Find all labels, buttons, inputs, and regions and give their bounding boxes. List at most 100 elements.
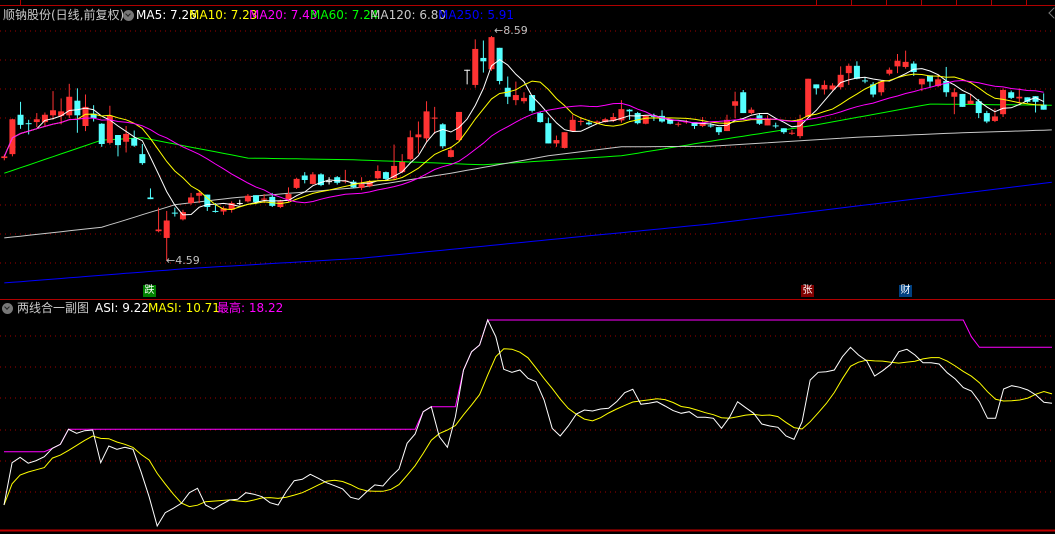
- candle-body: [894, 60, 901, 67]
- candle-body: [553, 140, 560, 144]
- ma120-label: MA120: 6.80: [370, 8, 447, 22]
- candle-body: [423, 111, 430, 139]
- candle-body: [147, 197, 154, 200]
- candle-body: [561, 132, 568, 148]
- candle-body: [374, 171, 381, 179]
- candle-body: [585, 122, 592, 125]
- candle-body: [33, 119, 40, 123]
- top-toolbar: [0, 0, 1055, 6]
- candle-body: [326, 181, 333, 183]
- candle-body: [878, 81, 885, 93]
- ma60-label: MA60: 7.24: [310, 8, 379, 22]
- marker-rise[interactable]: 张: [801, 285, 814, 297]
- ma60-line: [4, 103, 1052, 174]
- ma5-line: [3, 58, 1044, 216]
- candle-body: [569, 119, 576, 132]
- marker-finance[interactable]: 财: [899, 285, 912, 297]
- toolbar-tab[interactable]: [991, 0, 1026, 6]
- candle-body: [188, 197, 195, 204]
- low-price-label: ←4.59: [166, 254, 200, 267]
- candle-body: [520, 97, 527, 102]
- candle-body: [748, 109, 755, 114]
- candle-body: [155, 229, 162, 232]
- ma5-label: MA5: 7.26: [136, 8, 197, 22]
- dropdown-chevron-icon[interactable]: [123, 10, 134, 21]
- ma10-label: MA10: 7.23: [189, 8, 258, 22]
- candle-body: [480, 57, 487, 62]
- candle-body: [862, 80, 869, 82]
- candle-body: [715, 127, 722, 133]
- candle-body: [496, 47, 503, 81]
- masi-line: [3, 348, 1053, 508]
- candle-body: [415, 134, 422, 138]
- candle-body: [626, 109, 633, 112]
- asi-line: [3, 318, 1053, 528]
- candle-body: [732, 101, 739, 106]
- candle-body: [439, 124, 446, 147]
- candle-body: [74, 100, 81, 116]
- candle-body: [764, 119, 771, 126]
- candle-body: [634, 113, 641, 124]
- candle-body: [277, 201, 284, 207]
- candle-body: [788, 132, 795, 134]
- candle-body: [212, 210, 219, 212]
- toolbar-tab[interactable]: [851, 0, 886, 6]
- candle-body: [399, 162, 406, 173]
- candle-body: [845, 65, 852, 74]
- candle-body: [967, 100, 974, 105]
- max-label: 最高: 18.22: [217, 301, 284, 315]
- toolbar-left-box[interactable]: [0, 0, 21, 6]
- candle-body: [805, 78, 812, 117]
- candle-body: [991, 116, 998, 121]
- candle-body: [66, 96, 73, 116]
- candle-body: [675, 123, 682, 125]
- toolbar-tab[interactable]: [886, 0, 921, 6]
- candle-body: [244, 195, 251, 202]
- candle-body: [780, 128, 787, 133]
- candle-body: [537, 113, 544, 123]
- candle-body: [123, 133, 130, 142]
- masi-label: MASI: 10.71: [148, 301, 220, 315]
- toolbar-tab[interactable]: [1026, 0, 1055, 6]
- candle-body: [813, 84, 820, 89]
- candle-body: [577, 120, 584, 122]
- candle-body: [464, 69, 471, 71]
- candle-body: [171, 212, 178, 214]
- candle-body: [358, 183, 365, 188]
- ma250-line: [4, 181, 1052, 284]
- candle-body: [236, 203, 243, 205]
- candle-body: [983, 113, 990, 122]
- candle-body: [163, 220, 170, 238]
- candle-body: [512, 95, 519, 101]
- candle-body: [447, 150, 454, 157]
- candle-body: [1016, 96, 1023, 99]
- stock-chart-canvas[interactable]: [0, 0, 1055, 534]
- candle-body: [821, 84, 828, 90]
- candle-body: [545, 123, 552, 144]
- candle-body: [951, 92, 958, 97]
- candle-body: [50, 110, 57, 116]
- marker-fall[interactable]: 跌: [143, 285, 156, 297]
- asi-max-line: [4, 319, 1052, 453]
- candle-body: [772, 125, 779, 127]
- sub-dropdown-chevron-icon[interactable]: [2, 303, 13, 314]
- toolbar-tab[interactable]: [816, 0, 851, 6]
- candle-body: [196, 192, 203, 196]
- candle-body: [293, 178, 300, 188]
- candle-body: [301, 175, 308, 180]
- candle-body: [853, 65, 860, 79]
- candle-body: [902, 61, 909, 67]
- candle-body: [58, 111, 65, 116]
- candle-body: [1008, 92, 1015, 98]
- ma250-label: MA250: 5.91: [438, 8, 515, 22]
- stock-title: 顺钠股份(日线,前复权): [3, 8, 125, 22]
- candle-body: [959, 93, 966, 107]
- toolbar-tab[interactable]: [921, 0, 956, 6]
- candle-body: [382, 172, 389, 179]
- low-price-value: 4.59: [175, 254, 200, 267]
- candle-body: [431, 117, 438, 119]
- asi-label: ASI: 9.22: [95, 301, 149, 315]
- candle-body: [253, 195, 260, 202]
- toolbar-tab[interactable]: [956, 0, 991, 6]
- candle-body: [131, 138, 138, 146]
